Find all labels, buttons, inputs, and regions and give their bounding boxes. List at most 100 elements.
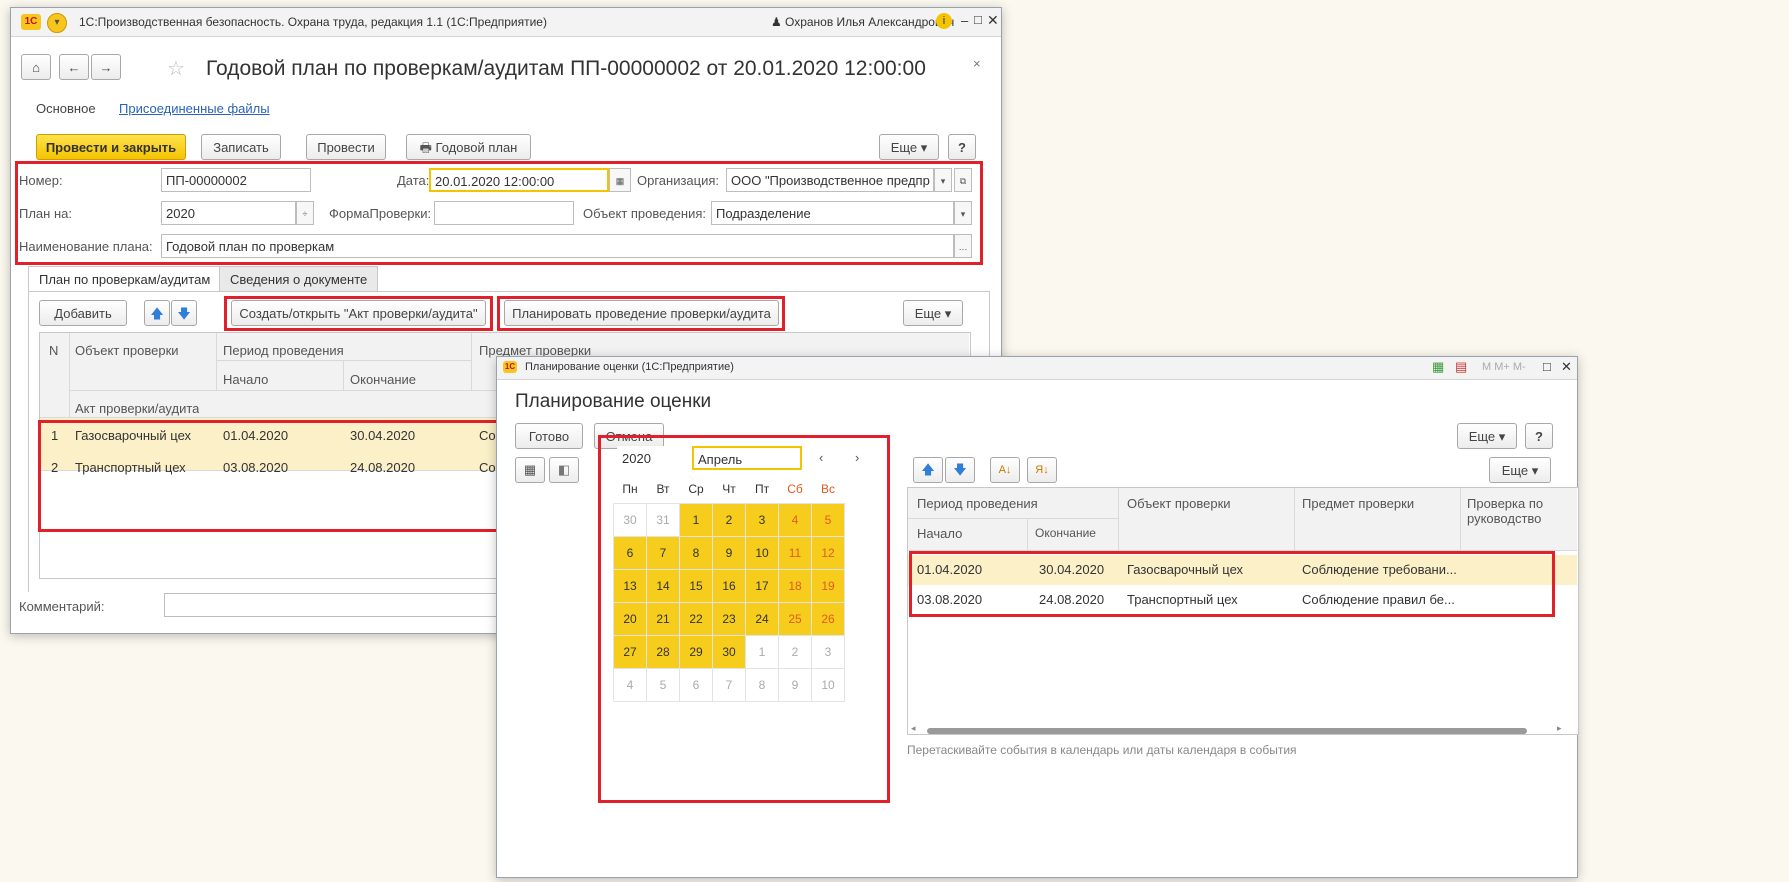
post-button[interactable]: Провести (306, 134, 386, 160)
calendar-day[interactable]: 27 (613, 635, 647, 669)
organization-open-icon[interactable]: ⧉ (954, 168, 972, 192)
tab-audit-plan[interactable]: План по проверкам/аудитам (28, 266, 222, 292)
planning-table-more-button[interactable]: Еще ▾ (1489, 457, 1551, 483)
calendar-day[interactable]: 29 (679, 635, 713, 669)
attached-files-link[interactable]: Присоединенные файлы (119, 101, 270, 116)
calendar-day[interactable]: 21 (646, 602, 680, 636)
plan-name-select-icon[interactable]: … (954, 234, 972, 258)
calendar-day[interactable]: 1 (745, 635, 779, 669)
calendar-day[interactable]: 19 (811, 569, 845, 603)
calendar-day[interactable]: 2 (778, 635, 812, 669)
calendar-day[interactable]: 9 (778, 668, 812, 702)
calendar-day[interactable]: 18 (778, 569, 812, 603)
planning-close-icon[interactable]: ✕ (1561, 359, 1572, 375)
plan-check-button[interactable]: Планировать проведение проверки/аудита (504, 300, 779, 326)
calendar-day[interactable]: 14 (646, 569, 680, 603)
month-field[interactable]: Апрель (692, 446, 802, 470)
calendar-day[interactable]: 7 (712, 668, 746, 702)
calendar-day[interactable]: 8 (745, 668, 779, 702)
done-button[interactable]: Готово (515, 423, 583, 449)
calendar-day[interactable]: 4 (778, 503, 812, 537)
calendar-day[interactable]: 26 (811, 602, 845, 636)
info-icon[interactable]: i (936, 13, 952, 29)
calendar-day[interactable]: 6 (679, 668, 713, 702)
plan-name-field[interactable]: Годовой план по проверкам (161, 234, 954, 258)
calendar-day[interactable]: 30 (613, 503, 647, 537)
calendar-day[interactable]: 24 (745, 602, 779, 636)
calendar-day[interactable]: 1 (679, 503, 713, 537)
minimize-icon[interactable]: – (961, 13, 968, 28)
calendar-day[interactable]: 2 (712, 503, 746, 537)
planning-more-button[interactable]: Еще ▾ (1457, 423, 1517, 449)
calendar-day[interactable]: 8 (679, 536, 713, 570)
scroll-right-icon[interactable]: ▸ (1557, 723, 1562, 734)
close-icon[interactable]: ✕ (987, 12, 999, 29)
calendar-day[interactable]: 3 (745, 503, 779, 537)
plan-for-stepper[interactable]: ÷ (296, 201, 314, 225)
calendar-day[interactable]: 6 (613, 536, 647, 570)
calendar-day[interactable]: 12 (811, 536, 845, 570)
organization-dropdown-icon[interactable]: ▾ (934, 168, 952, 192)
calendar-day[interactable]: 13 (613, 569, 647, 603)
more-button[interactable]: Еще ▾ (879, 134, 939, 160)
calendar-day[interactable]: 22 (679, 602, 713, 636)
maximize-icon[interactable]: □ (974, 12, 982, 27)
help-button[interactable]: ? (948, 134, 976, 160)
calendar-day[interactable]: 28 (646, 635, 680, 669)
calendar-day[interactable]: 9 (712, 536, 746, 570)
calendar-day[interactable]: 20 (613, 602, 647, 636)
favorite-star-icon[interactable]: ☆ (167, 56, 185, 81)
move-up-button[interactable]: 🡅 (144, 300, 170, 326)
back-button[interactable]: ← (59, 54, 89, 80)
calendar-day[interactable]: 31 (646, 503, 680, 537)
calendar-day[interactable]: 5 (811, 503, 845, 537)
planning-calendar-icon[interactable]: ▤ (1455, 359, 1467, 375)
sort-asc-icon[interactable]: A↓ (990, 457, 1020, 483)
table-more-button[interactable]: Еще ▾ (903, 300, 963, 326)
calendar-day[interactable]: 25 (778, 602, 812, 636)
year-field[interactable]: 2020 (617, 446, 687, 470)
prev-month-icon[interactable]: ‹ (819, 450, 823, 465)
scroll-left-icon[interactable]: ◂ (911, 723, 916, 734)
tab-main[interactable]: Основное (36, 101, 96, 116)
next-month-icon[interactable]: › (855, 450, 859, 465)
titlebar-tools[interactable]: M M+ M- (1482, 361, 1526, 373)
organization-field[interactable]: ООО "Производственное предпр (726, 168, 934, 192)
create-act-button[interactable]: Создать/открыть "Акт проверки/аудита" (231, 300, 486, 326)
save-button[interactable]: Записать (201, 134, 281, 160)
calendar-day[interactable]: 10 (745, 536, 779, 570)
close-form-icon[interactable]: × (973, 56, 981, 71)
calendar-picker-icon[interactable]: ▦ (609, 168, 631, 192)
calendar-day[interactable]: 3 (811, 635, 845, 669)
calendar-day[interactable]: 10 (811, 668, 845, 702)
annual-plan-button[interactable]: 🖶 Годовой план (406, 134, 531, 160)
number-field[interactable]: ПП-00000002 (161, 168, 311, 192)
user-name[interactable]: Охранов Илья Александрович (785, 15, 954, 29)
calendar-day[interactable]: 11 (778, 536, 812, 570)
add-button[interactable]: Добавить (39, 300, 127, 326)
calc-icon[interactable]: ▦ (1432, 359, 1444, 375)
app-menu-button[interactable]: ▾ (47, 13, 67, 33)
planning-maximize-icon[interactable]: □ (1543, 359, 1551, 374)
calendar-edit-icon[interactable]: ◧ (549, 457, 579, 483)
object-field[interactable]: Подразделение (711, 201, 954, 225)
check-form-field[interactable] (434, 201, 574, 225)
calendar-day[interactable]: 23 (712, 602, 746, 636)
forward-button[interactable]: → (91, 54, 121, 80)
sort-desc-icon[interactable]: Я↓ (1027, 457, 1057, 483)
calendar-view-icon[interactable]: ▦ (515, 457, 545, 483)
plan-for-field[interactable]: 2020 (161, 201, 296, 225)
planning-move-down-button[interactable]: 🡇 (945, 457, 975, 483)
planning-move-up-button[interactable]: 🡅 (913, 457, 943, 483)
calendar-day[interactable]: 17 (745, 569, 779, 603)
tab-document-info[interactable]: Сведения о документе (219, 266, 379, 292)
events-horizontal-scrollbar[interactable] (927, 728, 1527, 734)
table-row[interactable] (908, 585, 1577, 615)
calendar-day[interactable]: 16 (712, 569, 746, 603)
calendar-day[interactable]: 30 (712, 635, 746, 669)
calendar-day[interactable]: 5 (646, 668, 680, 702)
calendar-day[interactable]: 4 (613, 668, 647, 702)
object-dropdown-icon[interactable]: ▾ (954, 201, 972, 225)
calendar-day[interactable]: 7 (646, 536, 680, 570)
planning-help-button[interactable]: ? (1525, 423, 1553, 449)
